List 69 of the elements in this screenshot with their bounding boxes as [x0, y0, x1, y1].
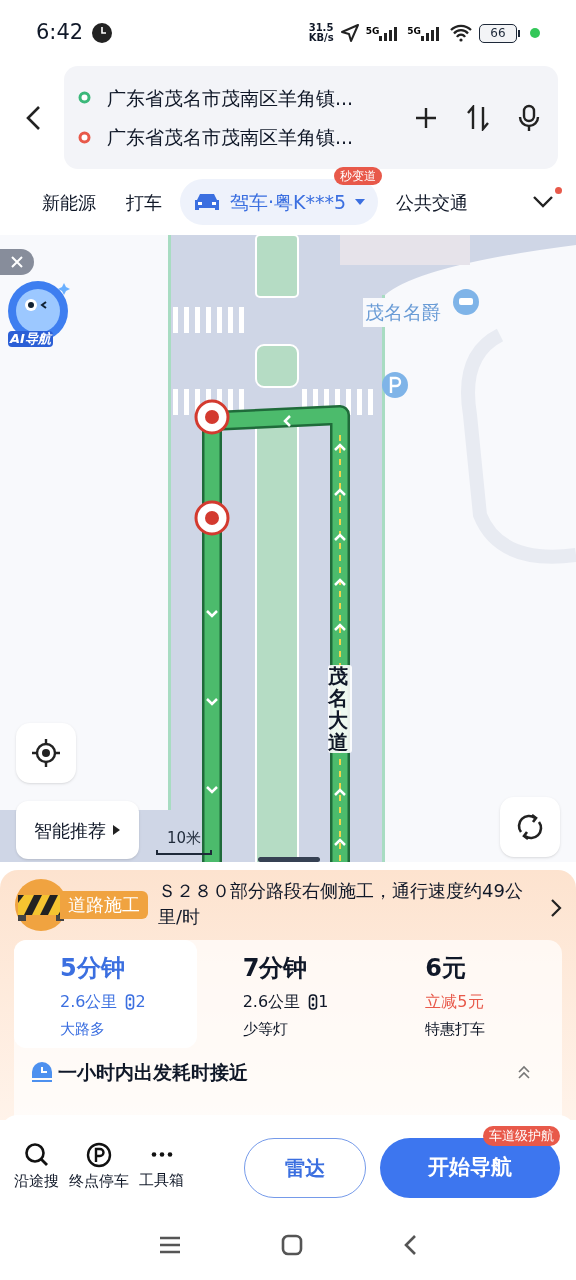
car-icon: [192, 191, 222, 213]
traffic-light-icon: [125, 994, 136, 1010]
mode-badge: 秒变道: [334, 167, 383, 185]
mode-tab[interactable]: 公共交通: [384, 179, 481, 225]
speed-unit: KB/s: [308, 33, 334, 43]
refresh-button[interactable]: [500, 797, 560, 857]
close-button[interactable]: [0, 249, 34, 275]
discount-text: 立减5元: [425, 991, 485, 1013]
option-note: 少等灯: [242, 1019, 289, 1040]
location-arrow-icon: [339, 23, 360, 43]
home-icon: [281, 1234, 303, 1256]
mode-tab[interactable]: 打车: [114, 179, 174, 225]
clock-icon: [91, 22, 114, 44]
collapse-icon: [516, 1064, 532, 1081]
network-type: 5G: [365, 25, 380, 38]
road-label: 茂名大道: [328, 665, 352, 753]
route-option[interactable]: 5分钟 2.6公里 2 大路多: [14, 940, 197, 1048]
option-title: 5分钟: [60, 953, 126, 984]
back-icon: [24, 103, 42, 132]
traffic-light-icon: [308, 994, 319, 1010]
dropdown-icon: [354, 198, 367, 206]
scale-bar: [156, 849, 212, 855]
play-icon: [112, 824, 121, 836]
more-icon: [150, 1152, 173, 1158]
swap-icon: [466, 104, 490, 131]
option-note: 特惠打车: [425, 1019, 487, 1040]
status-time: 6:42: [36, 19, 84, 47]
toolbar-item[interactable]: 工具箱: [139, 1142, 184, 1193]
locate-icon: [31, 738, 61, 768]
clock-icon: [30, 1060, 54, 1085]
menu-icon: [159, 1235, 181, 1255]
lane-guard-badge: 车道级护航: [483, 1125, 560, 1146]
add-stop-icon: [414, 105, 438, 130]
chevron-down-icon: [532, 195, 554, 209]
locate-button[interactable]: [16, 723, 76, 783]
mode-tab[interactable]: 新能源: [30, 179, 108, 225]
route-option[interactable]: 6元 立减5元 特惠打车: [379, 940, 562, 1048]
back-icon: [403, 1234, 417, 1256]
close-icon: [10, 255, 24, 269]
option-title: 7分钟: [242, 953, 309, 984]
traffic-light-count: 2: [135, 991, 146, 1013]
network-speed: 31.5: [308, 23, 334, 33]
toolbar-item[interactable]: 沿途搜: [14, 1142, 59, 1193]
distance-text: 2.6公里: [242, 991, 301, 1013]
network-type: 5G: [407, 25, 421, 38]
parking-icon: [86, 1142, 112, 1169]
wifi-icon: [449, 24, 473, 42]
traffic-light-count: 1: [318, 991, 329, 1013]
ai-navigation-button[interactable]: AI导航: [4, 279, 72, 351]
departure-tip: 一小时内出发耗时接近: [58, 1060, 248, 1085]
drag-handle[interactable]: [258, 857, 320, 862]
battery-level: 66: [479, 23, 517, 43]
destination-dot-icon: [78, 130, 91, 144]
construction-notice[interactable]: Ｓ２８０部分路段右侧施工，通行速度约49公里/时: [158, 878, 542, 930]
smart-recommend-button[interactable]: 智能推荐: [16, 801, 139, 859]
refresh-icon: [515, 812, 545, 842]
microphone-icon: [518, 103, 540, 132]
destination-field[interactable]: 广东省茂名市茂南区羊角镇...: [107, 123, 354, 152]
origin-field[interactable]: 广东省茂名市茂南区羊角镇...: [107, 83, 354, 112]
origin-dot-icon: [78, 91, 91, 105]
place-label: 茂名名爵: [363, 298, 443, 327]
scale-label: 10米: [166, 828, 202, 849]
route-option[interactable]: 7分钟 2.6公里 1 少等灯: [196, 940, 380, 1048]
distance-text: 2.6公里: [60, 991, 118, 1013]
option-title: 6元: [425, 953, 468, 984]
toolbar-item[interactable]: 终点停车: [69, 1142, 129, 1193]
construction-tag: 道路施工: [60, 891, 148, 919]
chevron-right-icon: [550, 898, 562, 918]
option-note: 大路多: [60, 1019, 106, 1040]
